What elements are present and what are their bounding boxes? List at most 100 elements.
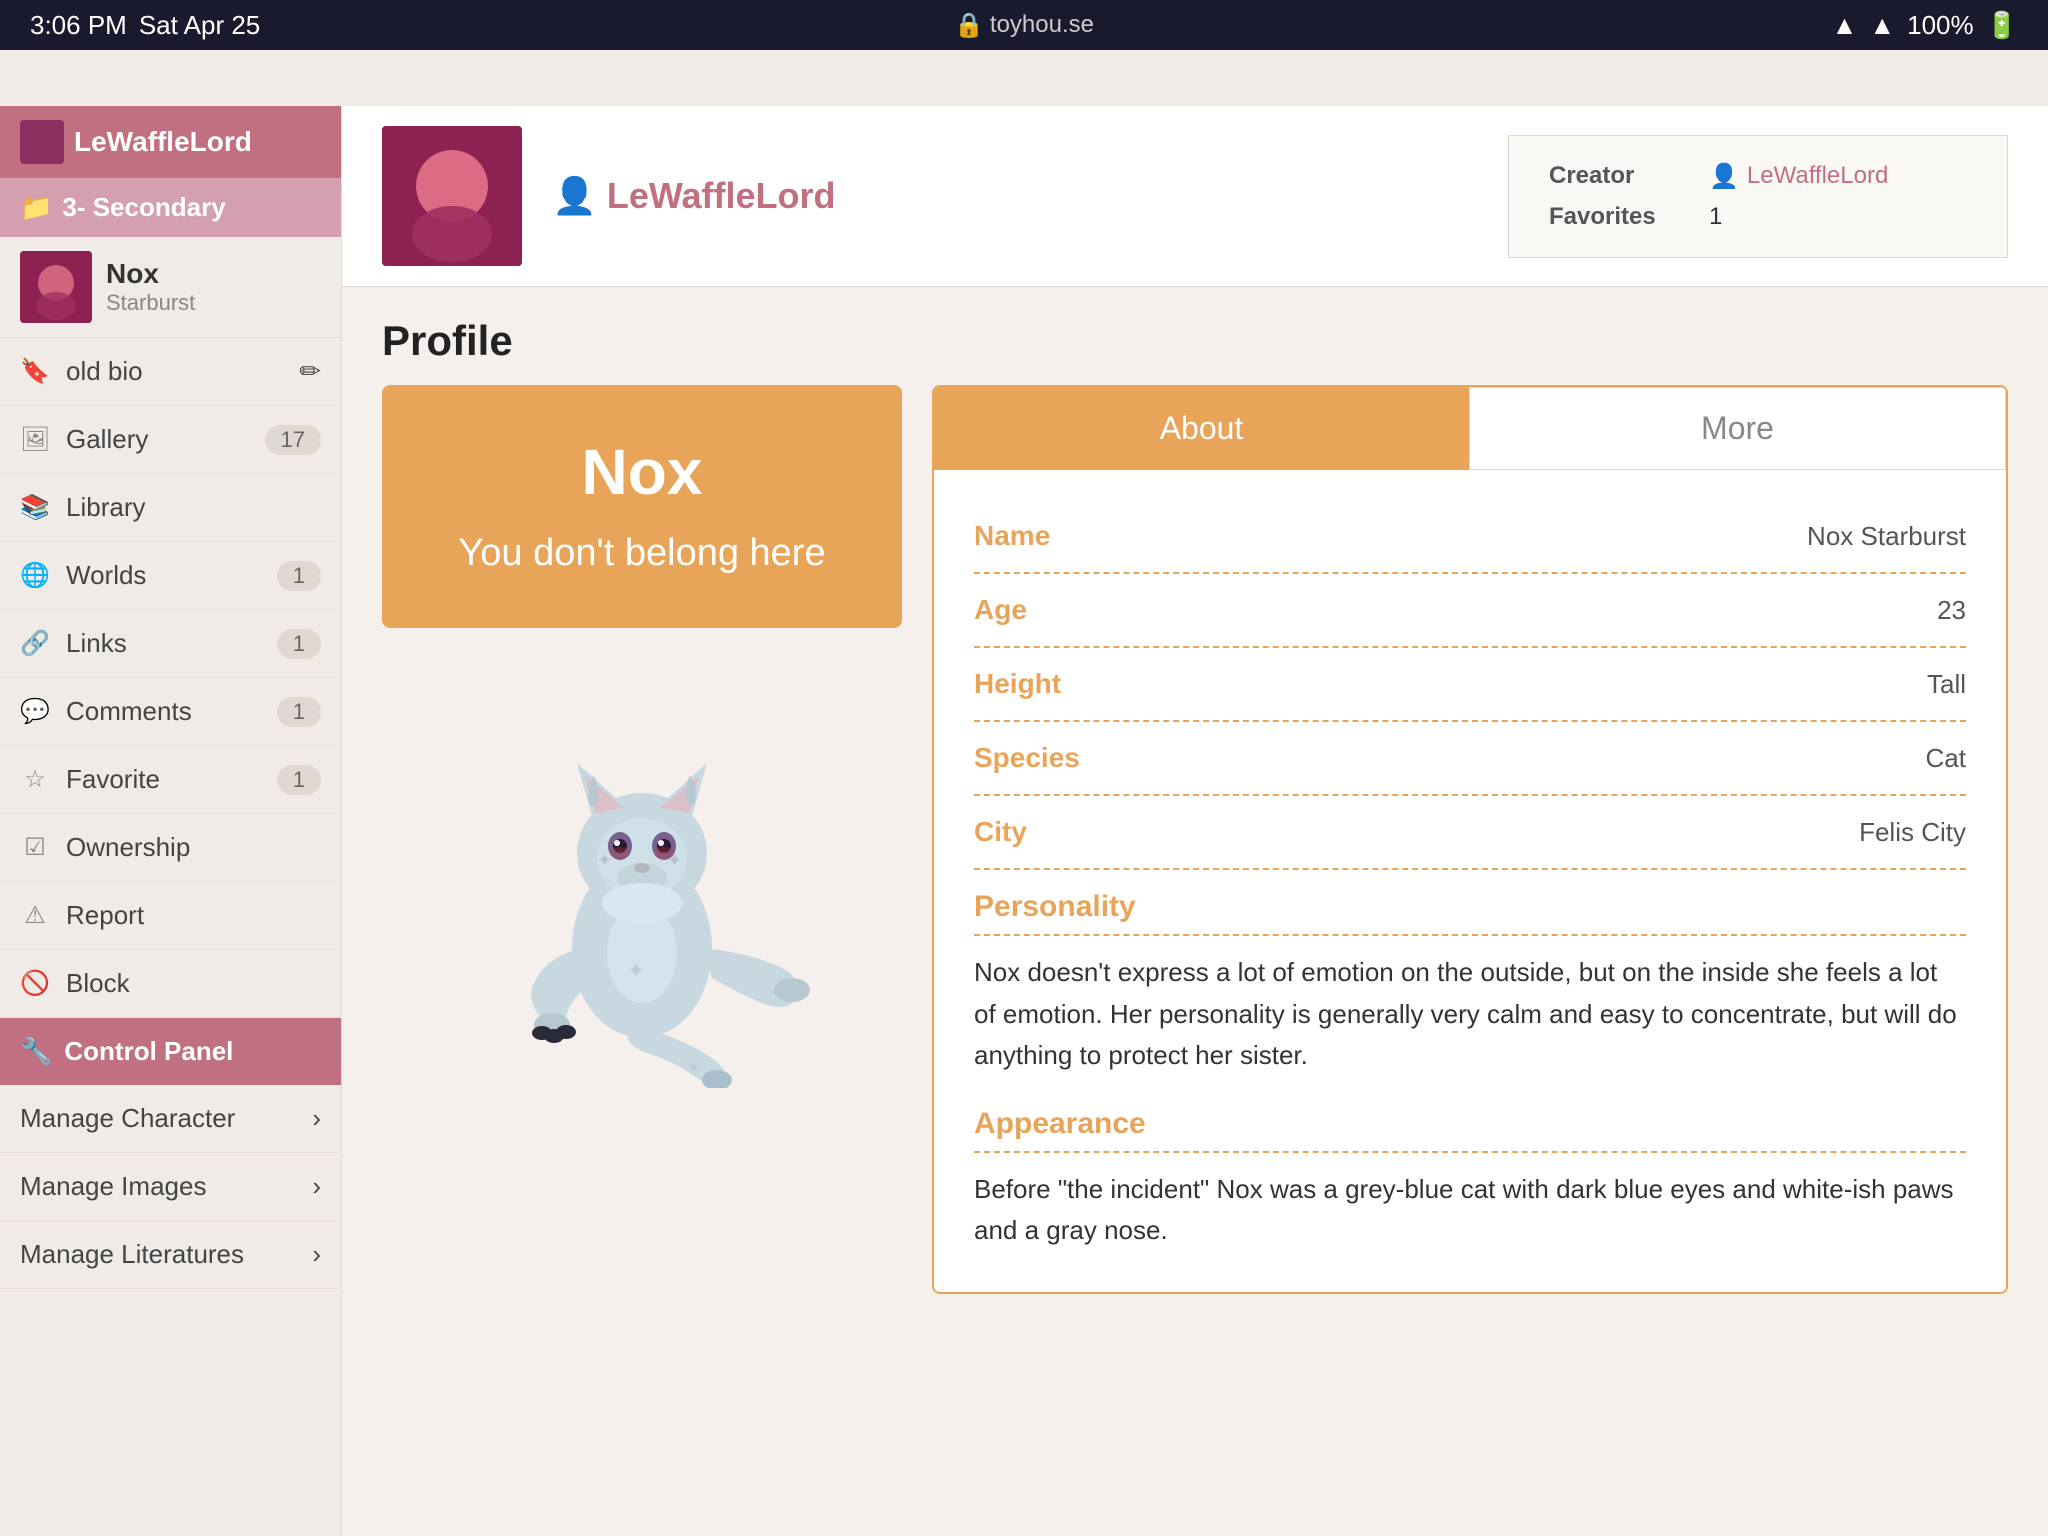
gallery-label: Gallery	[66, 424, 249, 455]
height-label: Height	[974, 668, 1061, 700]
sidebar-manage-images[interactable]: Manage Images ›	[0, 1153, 341, 1221]
orange-box: Nox You don't belong here	[382, 385, 902, 628]
folder-icon: 📁	[20, 192, 52, 223]
tab-more[interactable]: More	[1469, 387, 2006, 470]
bookmark-icon: 🔖	[20, 357, 50, 386]
comments-icon: 💬	[20, 697, 50, 726]
manage-literatures-arrow: ›	[312, 1239, 321, 1270]
age-value: 23	[1937, 595, 1966, 626]
favorite-badge: 1	[277, 765, 321, 795]
profile-title: Profile	[342, 287, 2048, 385]
char-header-username: LeWaffleLord	[607, 175, 836, 217]
favorites-value: 1	[1709, 203, 1722, 231]
ownership-label: Ownership	[66, 832, 321, 863]
gallery-icon: 🖼	[20, 425, 50, 454]
char-art: ✦ ✦	[382, 648, 902, 1108]
manage-literatures-label: Manage Literatures	[20, 1239, 244, 1270]
sidebar-item-report[interactable]: ⚠ Report	[0, 882, 341, 950]
sidebar: LeWaffleLord 📁 3- Secondary Nox Starburs…	[0, 106, 342, 1536]
name-value: Nox Starburst	[1807, 521, 1966, 552]
sidebar-user[interactable]: LeWaffleLord	[0, 106, 341, 178]
age-label: Age	[974, 594, 1027, 626]
info-row-age: Age 23	[974, 574, 1966, 648]
svg-text:✦: ✦	[627, 958, 645, 983]
manage-character-arrow: ›	[312, 1103, 321, 1134]
ownership-icon: ☑	[20, 833, 50, 862]
creator-name: LeWaffleLord	[1747, 162, 1888, 190]
sidebar-manage-character[interactable]: Manage Character ›	[0, 1085, 341, 1153]
worlds-icon: 🌐	[20, 561, 50, 590]
profile-info: Name Nox Starburst Age 23 Height Tall Sp…	[934, 470, 2006, 1292]
sidebar-folder[interactable]: 📁 3- Secondary	[0, 178, 341, 237]
profile-right: About More Name Nox Starburst Age 23 Hei…	[932, 385, 2008, 1294]
profile-tabs: About More	[934, 387, 2006, 470]
sidebar-item-comments[interactable]: 💬 Comments 1	[0, 678, 341, 746]
sidebar-item-favorite[interactable]: ☆ Favorite 1	[0, 746, 341, 814]
char-meta-creator-row: Creator 👤 LeWaffleLord	[1549, 156, 1967, 197]
orange-box-title: Nox	[412, 435, 872, 509]
tab-about[interactable]: About	[934, 387, 1469, 470]
manage-images-arrow: ›	[312, 1171, 321, 1202]
creator-value[interactable]: 👤 LeWaffleLord	[1709, 162, 1888, 191]
personality-header: Personality	[974, 870, 1966, 936]
char-header-name: 👤 LeWaffleLord	[552, 175, 835, 217]
personality-text: Nox doesn't express a lot of emotion on …	[974, 936, 1966, 1087]
battery-display: 100%	[1907, 10, 1974, 41]
profile-body: Nox You don't belong here	[342, 385, 2048, 1334]
page-wrapper: LeWaffleLord 📁 3- Secondary Nox Starburs…	[0, 0, 2048, 1536]
comments-label: Comments	[66, 696, 261, 727]
main-content: 👤 LeWaffleLord Creator 👤 LeWaffleLord Fa…	[342, 106, 2048, 1536]
sidebar-character[interactable]: Nox Starburst	[0, 237, 341, 338]
edit-icon[interactable]: ✏	[299, 356, 321, 387]
species-label: Species	[974, 742, 1080, 774]
block-label: Block	[66, 968, 321, 999]
favorites-label: Favorites	[1549, 203, 1689, 231]
user-avatar-small	[20, 120, 64, 164]
battery-icon: 🔋	[1986, 10, 2018, 41]
signal-icon: ▲	[1869, 10, 1895, 41]
status-time: 3:06 PM Sat Apr 25	[30, 10, 260, 41]
sidebar-char-subtitle: Starburst	[106, 290, 195, 316]
old-bio-label: old bio	[66, 356, 283, 387]
sidebar-item-library[interactable]: 📚 Library	[0, 474, 341, 542]
links-icon: 🔗	[20, 629, 50, 658]
sidebar-item-old-bio[interactable]: 🔖 old bio ✏	[0, 338, 341, 406]
sidebar-item-links[interactable]: 🔗 Links 1	[0, 610, 341, 678]
links-badge: 1	[277, 629, 321, 659]
sidebar-username: LeWaffleLord	[74, 126, 252, 158]
sidebar-item-worlds[interactable]: 🌐 Worlds 1	[0, 542, 341, 610]
manage-character-label: Manage Character	[20, 1103, 235, 1134]
lock-icon: 🔒	[954, 11, 984, 40]
city-label: City	[974, 816, 1027, 848]
appearance-text: Before "the incident" Nox was a grey-blu…	[974, 1153, 1966, 1262]
creator-label: Creator	[1549, 162, 1689, 191]
favorite-label: Favorite	[66, 764, 261, 795]
char-meta: Creator 👤 LeWaffleLord Favorites 1	[1508, 135, 2008, 258]
time-display: 3:06 PM	[30, 10, 127, 41]
sidebar-char-name: Nox	[106, 258, 195, 290]
person-icon-header: 👤	[552, 175, 597, 217]
sidebar-char-info: Nox Starburst	[106, 258, 195, 316]
svg-text:✦: ✦	[597, 850, 612, 870]
sidebar-manage-literatures[interactable]: Manage Literatures ›	[0, 1221, 341, 1289]
sidebar-char-avatar	[20, 251, 92, 323]
char-meta-favorites-row: Favorites 1	[1549, 197, 1967, 237]
comments-badge: 1	[277, 697, 321, 727]
orange-box-subtitle: You don't belong here	[412, 529, 872, 578]
creator-person-icon: 👤	[1709, 162, 1739, 191]
report-icon: ⚠	[20, 901, 50, 930]
profile-left: Nox You don't belong here	[382, 385, 902, 1294]
sidebar-item-ownership[interactable]: ☑ Ownership	[0, 814, 341, 882]
manage-images-label: Manage Images	[20, 1171, 206, 1202]
status-bar: 3:06 PM Sat Apr 25 🔒 toyhou.se ▲ ▲ 100% …	[0, 0, 2048, 50]
favorite-icon: ☆	[20, 765, 50, 794]
block-icon: 🚫	[20, 969, 50, 998]
svg-text:✦: ✦	[667, 850, 682, 870]
library-icon: 📚	[20, 493, 50, 522]
sidebar-item-block[interactable]: 🚫 Block	[0, 950, 341, 1018]
sidebar-folder-label: 3- Secondary	[62, 192, 225, 223]
character-illustration: ✦ ✦	[442, 668, 842, 1088]
sidebar-item-gallery[interactable]: 🖼 Gallery 17	[0, 406, 341, 474]
wrench-icon: 🔧	[20, 1036, 52, 1067]
city-value: Felis City	[1859, 817, 1966, 848]
